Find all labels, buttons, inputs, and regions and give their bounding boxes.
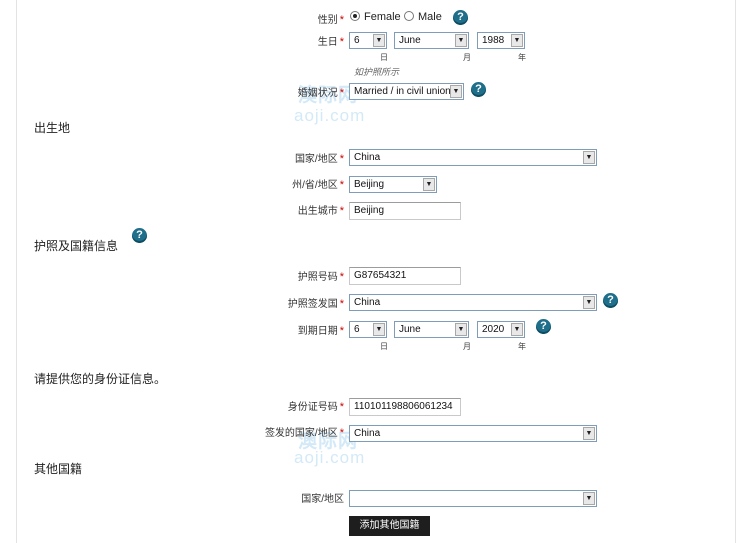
birth-state-label: 州/省/地区 *: [292, 179, 344, 191]
chevron-down-icon: ▼: [450, 85, 462, 98]
passport-hint: 如护照所示: [354, 67, 400, 77]
chevron-down-icon: ▼: [511, 323, 523, 336]
birth-country-label: 国家/地区 *: [294, 153, 344, 165]
chevron-down-icon: ▼: [583, 492, 595, 505]
id-number-input[interactable]: 110101198806061234: [349, 398, 461, 416]
chevron-down-icon: ▼: [455, 34, 467, 47]
year-unit: 年: [518, 53, 526, 62]
other-country-label: 国家/地区: [301, 494, 344, 505]
birth-date-label: 生日 *: [317, 36, 344, 48]
chevron-down-icon: ▼: [511, 34, 523, 47]
gender-female-option[interactable]: Female: [350, 11, 401, 23]
other-country-select[interactable]: ▼: [349, 490, 597, 507]
birth-year-select[interactable]: 1988 ▼: [477, 32, 525, 49]
chevron-down-icon: ▼: [423, 178, 435, 191]
id-country-select[interactable]: China ▼: [349, 425, 597, 442]
chevron-down-icon: ▼: [583, 151, 595, 164]
help-icon[interactable]: ?: [453, 10, 468, 25]
passport-heading: 护照及国籍信息: [34, 239, 119, 253]
id-heading: 请提供您的身份证信息。: [34, 372, 167, 386]
passport-country-label: 护照签发国 *: [287, 298, 344, 310]
birthplace-heading: 出生地: [34, 121, 71, 135]
chevron-down-icon: ▼: [373, 323, 385, 336]
passport-country-select[interactable]: China ▼: [349, 294, 597, 311]
help-icon[interactable]: ?: [603, 293, 618, 308]
month-unit: 月: [463, 342, 471, 351]
birth-state-select[interactable]: Beijing ▼: [349, 176, 437, 193]
chevron-down-icon: ▼: [583, 296, 595, 309]
birth-country-select[interactable]: China ▼: [349, 149, 597, 166]
birth-city-input[interactable]: Beijing: [349, 202, 461, 220]
chevron-down-icon: ▼: [373, 34, 385, 47]
add-citizenship-button[interactable]: 添加其他国籍: [349, 516, 430, 536]
radio-unselected-icon[interactable]: [404, 11, 414, 22]
id-number-label: 身份证号码 *: [287, 401, 344, 413]
chevron-down-icon: ▼: [583, 427, 595, 440]
month-unit: 月: [463, 53, 471, 62]
watermark-en-2: aoji.com: [294, 448, 366, 467]
year-unit: 年: [518, 342, 526, 351]
passport-number-input[interactable]: G87654321: [349, 267, 461, 285]
birth-day-select[interactable]: 6 ▼: [349, 32, 387, 49]
other-citizenship-heading: 其他国籍: [34, 462, 83, 476]
birth-city-label: 出生城市 *: [297, 205, 344, 217]
birth-month-select[interactable]: June ▼: [394, 32, 469, 49]
help-icon[interactable]: ?: [132, 228, 147, 243]
day-unit: 日: [380, 53, 388, 62]
radio-selected-icon[interactable]: [350, 11, 360, 22]
gender-male-option[interactable]: Male: [404, 11, 442, 23]
help-icon[interactable]: ?: [536, 319, 551, 334]
chevron-down-icon: ▼: [455, 323, 467, 336]
expiry-month-select[interactable]: June ▼: [394, 321, 469, 338]
marital-label: 婚姻状况 *: [297, 87, 344, 99]
id-country-label: 签发的国家/地区 *: [264, 427, 344, 439]
marital-select[interactable]: Married / in civil union ▼: [349, 83, 464, 100]
expiry-year-select[interactable]: 2020 ▼: [477, 321, 525, 338]
gender-label: 性别 *: [317, 14, 344, 26]
watermark-en: aoji.com: [294, 106, 366, 125]
day-unit: 日: [380, 342, 388, 351]
expiry-day-select[interactable]: 6 ▼: [349, 321, 387, 338]
help-icon[interactable]: ?: [471, 82, 486, 97]
expiry-label: 到期日期 *: [297, 325, 344, 337]
passport-number-label: 护照号码 *: [297, 271, 344, 283]
